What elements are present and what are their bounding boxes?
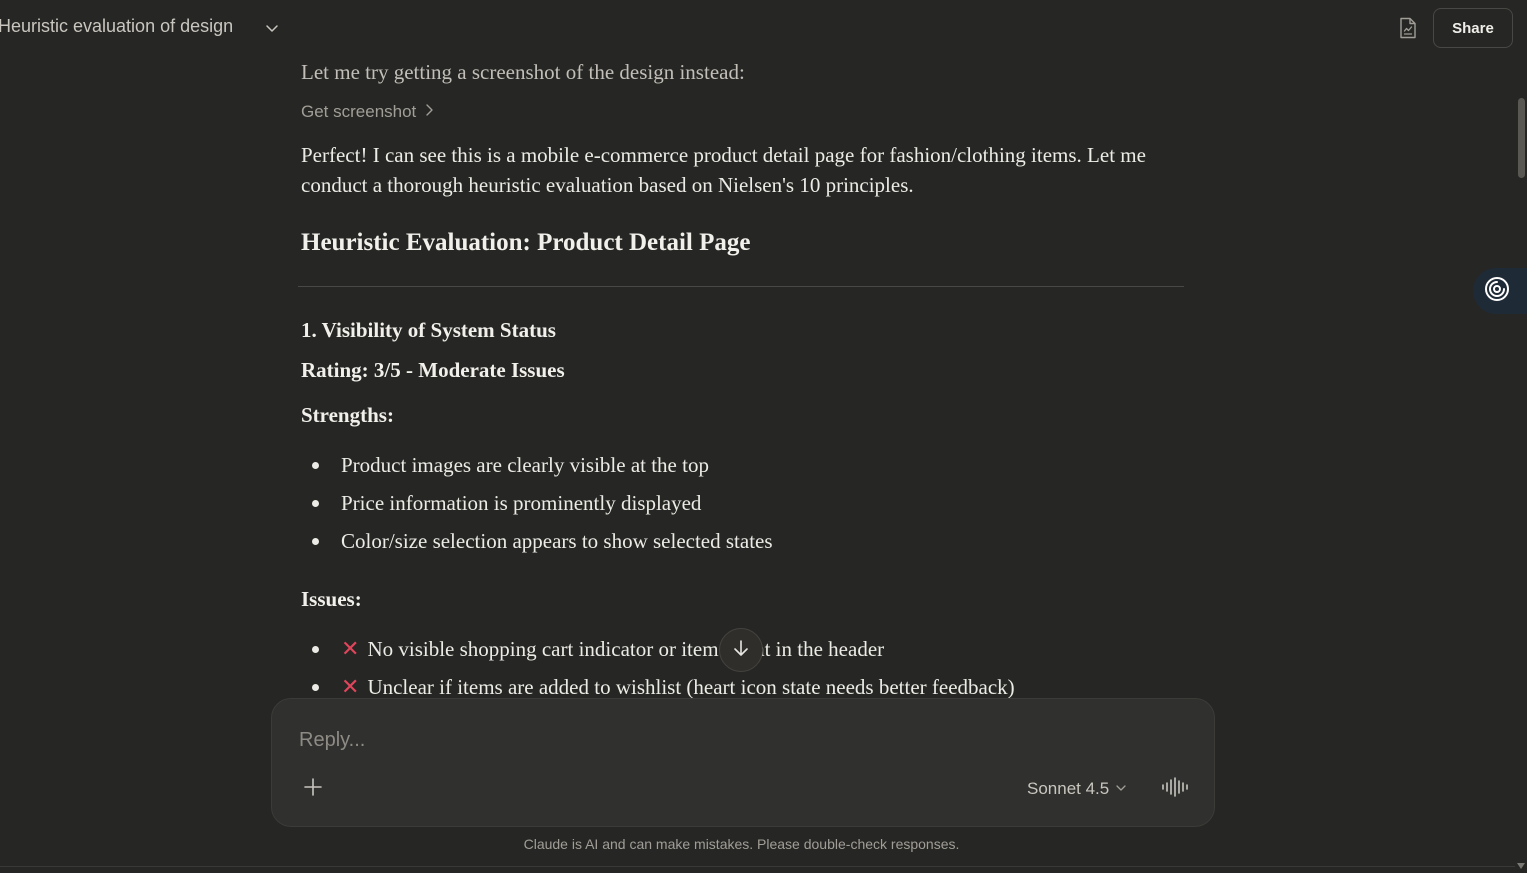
- tool-call-label: Get screenshot: [301, 102, 417, 121]
- list-item-text: Product images are clearly visible at th…: [341, 453, 709, 477]
- voice-mode-button[interactable]: [1160, 775, 1190, 803]
- scrollbar-thumb[interactable]: [1518, 98, 1525, 178]
- section-title: 1. Visibility of System Status: [301, 318, 556, 342]
- arrow-down-icon: [733, 639, 749, 662]
- bullet-dot: [312, 684, 319, 691]
- evaluation-heading: Heuristic Evaluation: Product Detail Pag…: [301, 229, 751, 256]
- strengths-list: Product images are clearly visible at th…: [301, 450, 773, 564]
- close-x-icon: ✕: [341, 637, 360, 662]
- tool-call-get-screenshot[interactable]: Get screenshot: [301, 102, 434, 122]
- model-selector[interactable]: Sonnet 4.5: [1027, 775, 1127, 803]
- list-item: Color/size selection appears to show sel…: [301, 526, 773, 564]
- reply-input[interactable]: [297, 723, 1181, 757]
- list-item: Product images are clearly visible at th…: [301, 450, 773, 488]
- list-item-text: Price information is prominently display…: [341, 491, 702, 515]
- scroll-to-bottom-button[interactable]: [719, 628, 763, 672]
- list-item-text: Unclear if items are added to wishlist (…: [367, 675, 1015, 699]
- bottom-divider: [0, 866, 1515, 867]
- model-name: Sonnet 4.5: [1027, 779, 1110, 798]
- assistant-swirl-icon: [1483, 275, 1511, 308]
- app-window: Heuristic evaluation of design Share Let…: [0, 0, 1527, 873]
- divider: [298, 286, 1184, 287]
- bullet-dot: [312, 500, 319, 507]
- top-bar: Heuristic evaluation of design Share: [0, 0, 1527, 56]
- list-item: Price information is prominently display…: [301, 488, 773, 526]
- chevron-right-icon: [424, 102, 434, 122]
- assistant-extension-button[interactable]: [1473, 268, 1527, 314]
- list-item-text: No visible shopping cart indicator or it…: [367, 637, 885, 661]
- issues-label: Issues:: [301, 587, 362, 611]
- chevron-down-icon: [1115, 779, 1127, 799]
- bullet-dot: [312, 646, 319, 653]
- bullet-dot: [312, 462, 319, 469]
- document-icon[interactable]: [1398, 17, 1418, 39]
- strengths-label: Strengths:: [301, 403, 394, 427]
- list-item: ✕ No visible shopping cart indicator or i…: [301, 634, 1015, 672]
- voice-waveform-icon: [1161, 776, 1189, 802]
- message-text-faded: Let me try getting a screenshot of the d…: [301, 60, 745, 84]
- rating-text: Rating: 3/5 - Moderate Issues: [301, 358, 565, 382]
- scroll-arrow-down-icon[interactable]: [1516, 857, 1526, 869]
- list-item-text: Color/size selection appears to show sel…: [341, 529, 773, 553]
- share-button[interactable]: Share: [1433, 8, 1513, 48]
- intro-paragraph: Perfect! I can see this is a mobile e-co…: [301, 143, 1146, 197]
- bullet-dot: [312, 538, 319, 545]
- plus-icon: [303, 777, 323, 802]
- add-attachment-button[interactable]: [299, 775, 327, 803]
- disclaimer-text: Claude is AI and can make mistakes. Plea…: [523, 836, 960, 852]
- chat-title[interactable]: Heuristic evaluation of design: [0, 16, 233, 37]
- chevron-down-icon[interactable]: [264, 20, 280, 36]
- reply-composer: Sonnet 4.5: [271, 698, 1215, 827]
